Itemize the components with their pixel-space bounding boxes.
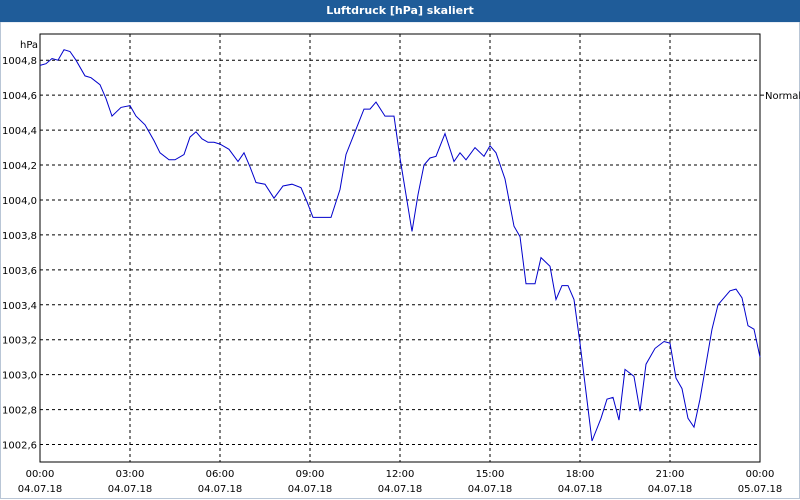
x-tick-date: 04.07.18 (648, 484, 693, 495)
x-axis-tick-labels: 00:00 04.07.18 03:00 04.07.18 06:00 04.07.18 0… (18, 469, 783, 495)
y-tick-label: 1004,8 (2, 56, 37, 67)
y-axis-unit-label: hPa (20, 40, 38, 51)
y-tick-label: 1004,2 (2, 161, 37, 172)
y-tick-label: 1003,6 (2, 266, 37, 277)
x-tick-time: 15:00 (476, 469, 505, 480)
y-tick-label: 1004,0 (2, 196, 37, 207)
y-tick-label: 1004,6 (2, 91, 37, 102)
x-tick-date: 04.07.18 (18, 484, 63, 495)
x-tick-date: 04.07.18 (288, 484, 333, 495)
y-tick-label: 1002,8 (2, 406, 37, 417)
x-tick-time: 00:00 (26, 469, 55, 480)
y-axis-tick-labels: 1002,6 1002,8 1003,0 1003,2 1003,4 1003,6 1003… (2, 56, 37, 451)
y-tick-label: 1002,6 (2, 441, 37, 452)
x-tick-date: 04.07.18 (378, 484, 423, 495)
plot-area (39, 33, 761, 463)
x-tick-time: 00:00 (746, 469, 775, 480)
x-tick-time: 18:00 (566, 469, 595, 480)
x-tick-time: 06:00 (206, 469, 235, 480)
y-tick-label: 1003,0 (2, 371, 37, 382)
y-tick-label: 1003,8 (2, 231, 37, 242)
y-tick-label: 1004,4 (2, 126, 37, 137)
x-tick-time: 21:00 (656, 469, 685, 480)
y-tick-label: 1003,2 (2, 336, 37, 347)
x-tick-time: 09:00 (296, 469, 325, 480)
x-tick-date: 04.07.18 (108, 484, 153, 495)
x-tick-date: 04.07.18 (468, 484, 513, 495)
grid-lines (40, 34, 760, 462)
x-tick-date: 04.07.18 (558, 484, 603, 495)
line-chart: 1002,6 1002,8 1003,0 1003,2 1003,4 1003,6 1003… (2, 33, 800, 495)
y-tick-label: 1003,4 (2, 301, 37, 312)
x-tick-time: 03:00 (116, 469, 145, 480)
x-tick-date: 04.07.18 (198, 484, 243, 495)
x-tick-time: 12:00 (386, 469, 415, 480)
reference-line-label: Normal (765, 91, 800, 102)
x-tick-date: 05.07.18 (738, 484, 783, 495)
